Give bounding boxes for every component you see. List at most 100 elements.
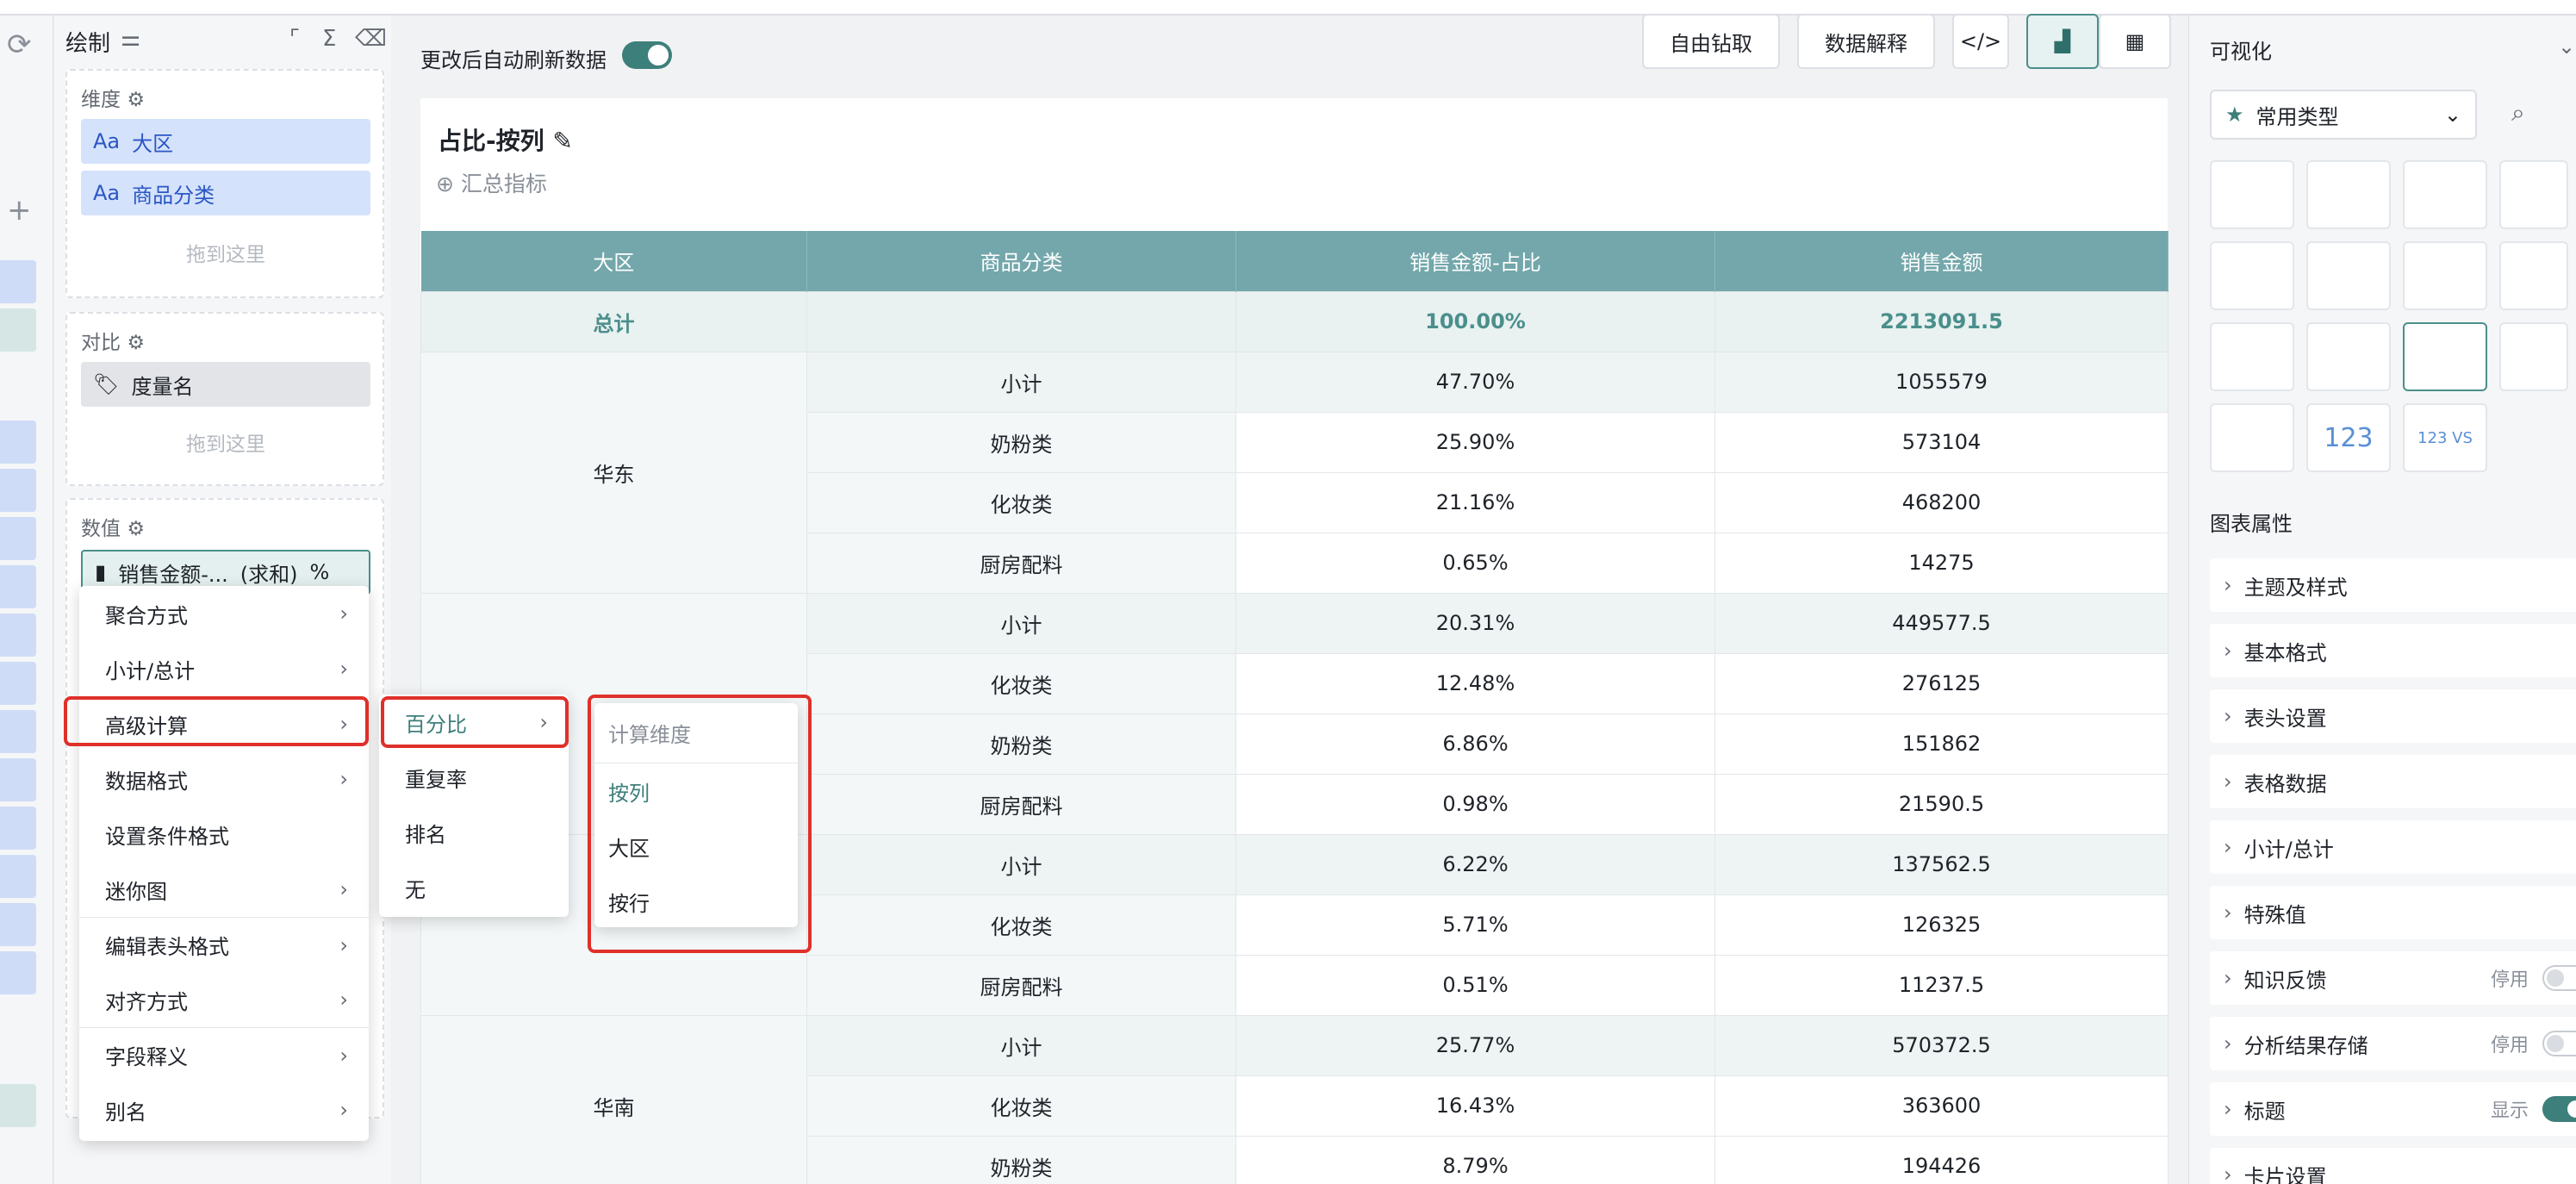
region-cell: 华南 bbox=[420, 1014, 807, 1184]
refresh-icon[interactable]: ⟳ bbox=[7, 28, 32, 62]
eraser-icon[interactable]: ⌫ bbox=[355, 26, 387, 52]
gear-icon: ⚙ bbox=[127, 518, 145, 540]
strip-block[interactable] bbox=[0, 517, 36, 560]
settings-sliders-icon[interactable]: ⚌ bbox=[121, 26, 140, 52]
menu-item[interactable]: 字段释义 › bbox=[79, 1027, 369, 1082]
menu-item[interactable]: 小计/总计 › bbox=[79, 641, 369, 696]
chevron-down-icon[interactable]: ⌄ bbox=[2558, 34, 2575, 59]
chevron-right-icon: › bbox=[2224, 1031, 2232, 1056]
chevron-right-icon: › bbox=[2224, 573, 2232, 597]
property-section[interactable]: › 小计/总计 bbox=[2210, 820, 2576, 874]
chart-tile-combo[interactable] bbox=[2403, 241, 2487, 310]
strip-block[interactable] bbox=[0, 260, 36, 303]
drill-button[interactable]: 自由钻取 bbox=[1642, 14, 1780, 69]
props-title: 图表属性 bbox=[2210, 512, 2293, 536]
strip-block[interactable] bbox=[0, 1084, 36, 1127]
property-state: 停用 bbox=[2490, 969, 2529, 991]
table-view-icon[interactable]: ▦ bbox=[2099, 14, 2171, 69]
property-section[interactable]: › 卡片设置 bbox=[2210, 1148, 2576, 1184]
strip-block[interactable] bbox=[0, 758, 36, 801]
strip-block[interactable] bbox=[0, 710, 36, 753]
chart-view-icon[interactable]: ▟ bbox=[2026, 14, 2099, 69]
property-section[interactable]: › 标题 显示 bbox=[2210, 1082, 2576, 1136]
menu-item[interactable]: 编辑表头格式 › bbox=[79, 917, 369, 972]
menu-item[interactable]: 别名 › bbox=[79, 1082, 369, 1137]
edit-icon[interactable]: ✎ bbox=[552, 127, 572, 155]
menu-item[interactable]: 设置条件格式 bbox=[79, 807, 369, 862]
dimension-pill[interactable]: Aa 大区 bbox=[81, 119, 370, 164]
property-toggle[interactable] bbox=[2542, 965, 2576, 991]
strip-block[interactable] bbox=[0, 421, 36, 464]
property-section[interactable]: › 特殊值 bbox=[2210, 886, 2576, 939]
property-section[interactable]: › 知识反馈 停用 bbox=[2210, 951, 2576, 1005]
strip-block[interactable] bbox=[0, 662, 36, 705]
property-toggle[interactable] bbox=[2542, 1031, 2576, 1056]
property-section[interactable]: › 分析结果存储 停用 bbox=[2210, 1017, 2576, 1070]
table-row: 小计 20.31% 449577.5 bbox=[420, 592, 2168, 835]
chart-tile-grouped-bar[interactable] bbox=[2210, 241, 2294, 310]
menu-item[interactable]: 对齐方式 › bbox=[79, 972, 369, 1027]
total-value: 2213091.5 bbox=[1714, 290, 2168, 352]
dimension-zone[interactable]: 维度 ⚙ Aa 大区 Aa 商品分类 拖到这里 bbox=[65, 69, 384, 298]
compare-zone[interactable]: 对比 ⚙ 🏷 度量名 拖到这里 bbox=[65, 312, 384, 486]
submenu-item[interactable]: 排名 bbox=[379, 805, 569, 860]
property-section[interactable]: › 表格数据 bbox=[2210, 755, 2576, 808]
zone-title: 对比 ⚙ bbox=[81, 332, 145, 354]
strip-block[interactable] bbox=[0, 469, 36, 512]
chart-type-select[interactable]: ★ 常用类型 ⌄ bbox=[2210, 90, 2477, 140]
property-section[interactable]: › 表头设置 bbox=[2210, 689, 2576, 743]
chart-tile-map[interactable] bbox=[2210, 403, 2294, 472]
property-toggle[interactable] bbox=[2542, 1096, 2576, 1122]
menu-item[interactable]: 数据格式 › bbox=[79, 751, 369, 807]
menu-item[interactable]: 聚合方式 › bbox=[79, 586, 369, 641]
property-section[interactable]: › 基本格式 bbox=[2210, 624, 2576, 677]
chart-tile-line[interactable] bbox=[2403, 160, 2487, 229]
chart-tile-stacked-bar[interactable] bbox=[2306, 241, 2391, 310]
chevron-right-icon: › bbox=[339, 601, 348, 626]
auto-refresh-toggle[interactable] bbox=[622, 41, 672, 69]
chart-tile-compare[interactable]: 123 VS bbox=[2403, 403, 2487, 472]
zone-title: 维度 ⚙ bbox=[81, 89, 145, 111]
chart-tile-waterfall[interactable] bbox=[2499, 241, 2568, 310]
bar-chart-icon: ▮ bbox=[95, 560, 107, 584]
chevron-right-icon: › bbox=[339, 1043, 348, 1068]
chart-tile-bar[interactable] bbox=[2210, 160, 2294, 229]
strip-block[interactable] bbox=[0, 807, 36, 850]
corner-icon[interactable]: ⌜ bbox=[289, 26, 300, 52]
code-icon[interactable]: </> bbox=[1952, 14, 2009, 69]
chart-tile-hbar[interactable] bbox=[2306, 160, 2391, 229]
menu-item[interactable]: 迷你图 › bbox=[79, 862, 369, 917]
strip-block[interactable] bbox=[0, 308, 36, 352]
chart-tile-scatter[interactable] bbox=[2306, 322, 2391, 391]
search-icon[interactable]: ⌕ bbox=[2511, 98, 2525, 128]
compare-pill[interactable]: 🏷 度量名 bbox=[81, 362, 370, 407]
submenu-item[interactable]: 重复率 bbox=[379, 750, 569, 805]
submenu-item[interactable]: 无 bbox=[379, 860, 569, 915]
highlight-box bbox=[381, 696, 569, 748]
chart-tile-table[interactable] bbox=[2403, 322, 2487, 391]
explain-button[interactable]: 数据解释 bbox=[1797, 14, 1935, 69]
chevron-down-icon: ⌄ bbox=[2443, 103, 2461, 127]
auto-refresh-label: 更改后自动刷新数据 bbox=[420, 48, 607, 72]
column-header[interactable]: 销售金额-占比 bbox=[1235, 231, 1715, 291]
strip-block[interactable] bbox=[0, 614, 36, 657]
add-icon[interactable]: + bbox=[7, 193, 32, 227]
chart-tile-kpi[interactable]: 123 bbox=[2306, 403, 2391, 472]
sigma-icon[interactable]: Σ bbox=[322, 26, 336, 52]
add-metric-button[interactable]: ⊕ 汇总指标 bbox=[436, 167, 547, 198]
chart-tile-pivot[interactable] bbox=[2499, 322, 2568, 391]
drop-hint: 拖到这里 bbox=[186, 433, 265, 456]
column-header[interactable]: 商品分类 bbox=[806, 231, 1236, 291]
strip-block[interactable] bbox=[0, 855, 36, 898]
chart-tile-pie[interactable] bbox=[2499, 160, 2568, 229]
strip-block[interactable] bbox=[0, 951, 36, 994]
column-header[interactable]: 大区 bbox=[420, 231, 807, 291]
total-row: 总计 100.00% 2213091.5 bbox=[420, 290, 2168, 352]
star-icon: ★ bbox=[2225, 103, 2244, 127]
column-header[interactable]: 销售金额 bbox=[1714, 231, 2168, 291]
chart-tile-radar[interactable] bbox=[2210, 322, 2294, 391]
strip-block[interactable] bbox=[0, 903, 36, 946]
dimension-pill[interactable]: Aa 商品分类 bbox=[81, 171, 370, 215]
property-section[interactable]: › 主题及样式 bbox=[2210, 558, 2576, 612]
strip-block[interactable] bbox=[0, 565, 36, 608]
